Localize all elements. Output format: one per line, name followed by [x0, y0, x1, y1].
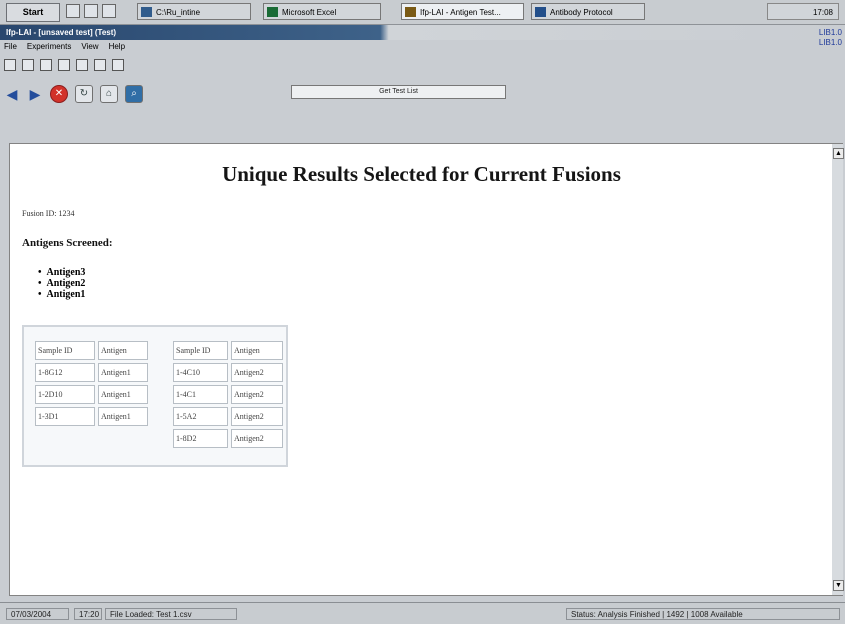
app-icon — [405, 7, 416, 17]
find-icon[interactable] — [94, 59, 106, 71]
browser-content: Unique Results Selected for Current Fusi… — [9, 143, 834, 596]
open-icon[interactable] — [40, 59, 52, 71]
status-right: Status: Analysis Finished | 1492 | 1008 … — [566, 608, 840, 620]
back-icon[interactable]: ◀ — [4, 86, 20, 102]
menu-help[interactable]: Help — [109, 40, 125, 54]
sample-id-cell: 1-8D2 — [173, 429, 228, 448]
list-item: Antigen1 — [38, 289, 86, 300]
status-date: 07/03/2004 — [6, 608, 69, 620]
list-item: Antigen2 — [38, 278, 86, 289]
antigens-heading: Antigens Screened: — [22, 237, 113, 249]
table-header-row: Sample ID Antigen — [35, 341, 148, 360]
forward-icon[interactable]: ▶ — [27, 86, 43, 102]
get-test-list-button[interactable]: Get Test List — [291, 85, 506, 99]
sample-id-cell: 1-2D10 — [35, 385, 95, 404]
status-time: 17:20 — [74, 608, 102, 620]
antigen-cell: Antigen2 — [231, 407, 283, 426]
sample-id-cell: 1-4C1 — [173, 385, 228, 404]
taskbar-item-folder[interactable]: C:\Ru_intine — [137, 3, 251, 20]
excel-icon — [267, 7, 278, 17]
taskbar: Start C:\Ru_intine Microsoft Excel Ifp-L… — [0, 0, 845, 25]
stop-icon[interactable]: ✕ — [50, 85, 68, 103]
table-row: 1-4C10 Antigen2 — [173, 363, 283, 382]
new-icon[interactable] — [4, 59, 16, 71]
browser-icon[interactable] — [84, 4, 98, 18]
folder-icon — [141, 7, 152, 17]
antigen-cell: Antigen2 — [231, 429, 283, 448]
desktop-icon[interactable] — [66, 4, 80, 18]
status-message: File Loaded: Test 1.csv — [105, 608, 237, 620]
navigation-toolbar: ◀ ▶ ✕ ↻ ⌂ ⌕ — [4, 82, 194, 106]
scroll-down-icon[interactable]: ▼ — [833, 580, 844, 591]
taskbar-item-excel[interactable]: Microsoft Excel — [263, 3, 381, 20]
sample-id-cell: 1-5A2 — [173, 407, 228, 426]
table-row: 1-3D1 Antigen1 — [35, 407, 148, 426]
sample-id-cell: 1-8G12 — [35, 363, 95, 382]
taskbar-item-active-window[interactable]: Ifp-LAI - Antigen Test... — [401, 3, 524, 20]
antigen-cell: Antigen2 — [231, 363, 283, 382]
quick-launch — [66, 4, 130, 20]
status-bar: 07/03/2004 17:20 File Loaded: Test 1.csv… — [0, 602, 845, 624]
refresh-icon[interactable]: ↻ — [75, 85, 93, 103]
table-row: 1-5A2 Antigen2 — [173, 407, 283, 426]
cut-icon[interactable] — [76, 59, 88, 71]
vertical-scrollbar[interactable]: ▲ ▼ — [832, 143, 844, 596]
column-header-sample-id: Sample ID — [173, 341, 228, 360]
taskbar-item-protocol[interactable]: Antibody Protocol — [531, 3, 645, 20]
column-header-antigen: Antigen — [98, 341, 148, 360]
results-table-left: Sample ID Antigen 1-8G12 Antigen1 1-2D10… — [32, 338, 151, 429]
column-header-antigen: Antigen — [231, 341, 283, 360]
results-tables: Sample ID Antigen 1-8G12 Antigen1 1-2D10… — [22, 325, 288, 467]
menu-experiments[interactable]: Experiments — [27, 40, 71, 54]
menu-view[interactable]: View — [81, 40, 98, 54]
fusion-id: Fusion ID: 1234 — [22, 209, 75, 218]
antigen-cell: Antigen2 — [231, 385, 283, 404]
home-icon[interactable]: ⌂ — [100, 85, 118, 103]
sample-id-cell: 1-3D1 — [35, 407, 95, 426]
delete-icon[interactable] — [112, 59, 124, 71]
antigen-cell: Antigen1 — [98, 385, 148, 404]
search-icon[interactable]: ⌕ — [125, 85, 143, 103]
results-table-right: Sample ID Antigen 1-4C10 Antigen2 1-4C1 … — [170, 338, 286, 451]
table-header-row: Sample ID Antigen — [173, 341, 283, 360]
save-icon[interactable] — [22, 59, 34, 71]
standard-toolbar — [4, 57, 174, 72]
clock: 17:08 — [767, 3, 839, 20]
menu-bar: File Experiments View Help — [0, 40, 845, 54]
document-icon — [535, 7, 546, 17]
start-button[interactable]: Start — [6, 3, 60, 22]
scroll-up-icon[interactable]: ▲ — [833, 148, 844, 159]
sample-id-cell: 1-4C10 — [173, 363, 228, 382]
antigen-list: Antigen3 Antigen2 Antigen1 — [38, 267, 86, 300]
table-row: 1-8D2 Antigen2 — [173, 429, 283, 448]
page-title: Unique Results Selected for Current Fusi… — [222, 162, 621, 186]
print-icon[interactable] — [58, 59, 70, 71]
taskbar-item-label: C:\Ru_intine — [156, 8, 201, 17]
table-row: 1-8G12 Antigen1 — [35, 363, 148, 382]
version-label: LIB1.0 — [818, 28, 842, 37]
folder-icon[interactable] — [102, 4, 116, 18]
taskbar-item-label: Ifp-LAI - Antigen Test... — [420, 8, 501, 17]
column-header-sample-id: Sample ID — [35, 341, 95, 360]
table-row: 1-4C1 Antigen2 — [173, 385, 283, 404]
antigen-cell: Antigen1 — [98, 407, 148, 426]
taskbar-item-label: Antibody Protocol — [550, 8, 613, 17]
taskbar-item-label: Microsoft Excel — [282, 8, 337, 17]
antigen-cell: Antigen1 — [98, 363, 148, 382]
list-item: Antigen3 — [38, 267, 86, 278]
menu-file[interactable]: File — [4, 40, 17, 54]
table-row: 1-2D10 Antigen1 — [35, 385, 148, 404]
window-title: Ifp-LAI - [unsaved test] (Test) — [0, 25, 845, 40]
